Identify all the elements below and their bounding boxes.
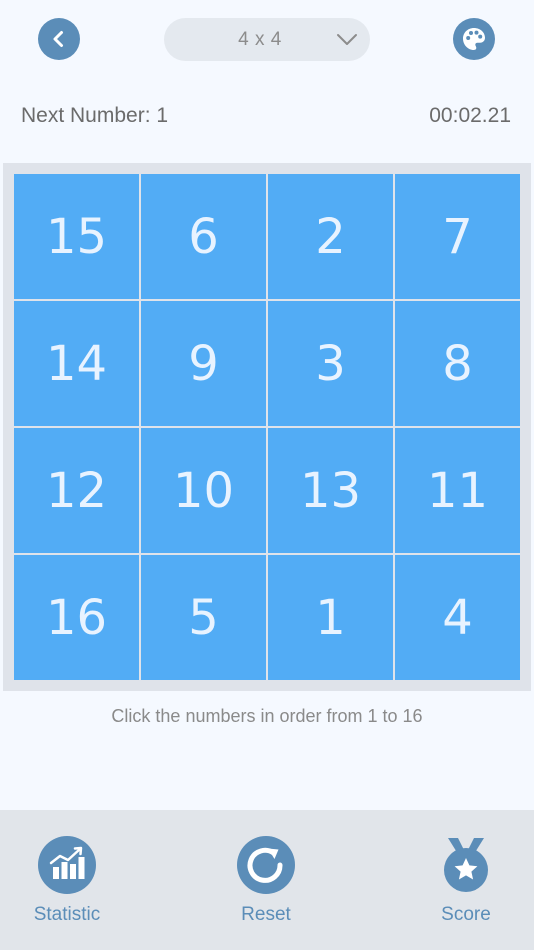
medal-icon [437,836,495,894]
number-tile[interactable]: 3 [268,301,393,426]
palette-icon [463,28,485,50]
chart-icon [38,836,96,894]
reset-icon [237,836,295,894]
game-board: 15 6 2 7 14 9 3 8 12 10 13 11 16 5 1 4 [3,163,531,691]
next-number-label: Next Number: 1 [21,104,169,127]
number-tile[interactable]: 14 [14,301,139,426]
instruction-text: Click the numbers in order from 1 to 16 [111,706,423,726]
reset-label: Reset [241,904,291,925]
score-tab[interactable]: Score [406,834,526,934]
number-tile[interactable]: 13 [268,428,393,553]
number-tile[interactable]: 12 [14,428,139,553]
number-tile[interactable]: 11 [395,428,520,553]
number-tile[interactable]: 10 [141,428,266,553]
number-tile[interactable]: 7 [395,174,520,299]
grid-size-select[interactable]: 4 x 4 [164,18,370,61]
number-tile[interactable]: 8 [395,301,520,426]
number-tile[interactable]: 16 [14,555,139,680]
timer: 00:02.21 [429,104,511,127]
chevron-down-icon [337,34,357,45]
statistic-tab[interactable]: Statistic [7,834,127,934]
number-grid: 15 6 2 7 14 9 3 8 12 10 13 11 16 5 1 4 [14,174,520,680]
number-tile[interactable]: 4 [395,555,520,680]
back-button[interactable] [38,18,80,60]
status-row: Next Number: 1 00:02.21 [0,100,534,136]
reset-tab[interactable]: Reset [206,834,326,934]
number-tile[interactable]: 6 [141,174,266,299]
top-bar: 4 x 4 [0,0,534,80]
score-label: Score [441,904,491,925]
theme-button[interactable] [453,18,495,60]
number-tile[interactable]: 1 [268,555,393,680]
number-tile[interactable]: 9 [141,301,266,426]
chevron-left-icon [53,31,63,47]
grid-size-value: 4 x 4 [238,29,282,50]
number-tile[interactable]: 5 [141,555,266,680]
bottom-tab-bar: Statistic Reset Score [0,810,534,950]
statistic-label: Statistic [33,904,101,925]
number-tile[interactable]: 2 [268,174,393,299]
number-tile[interactable]: 15 [14,174,139,299]
